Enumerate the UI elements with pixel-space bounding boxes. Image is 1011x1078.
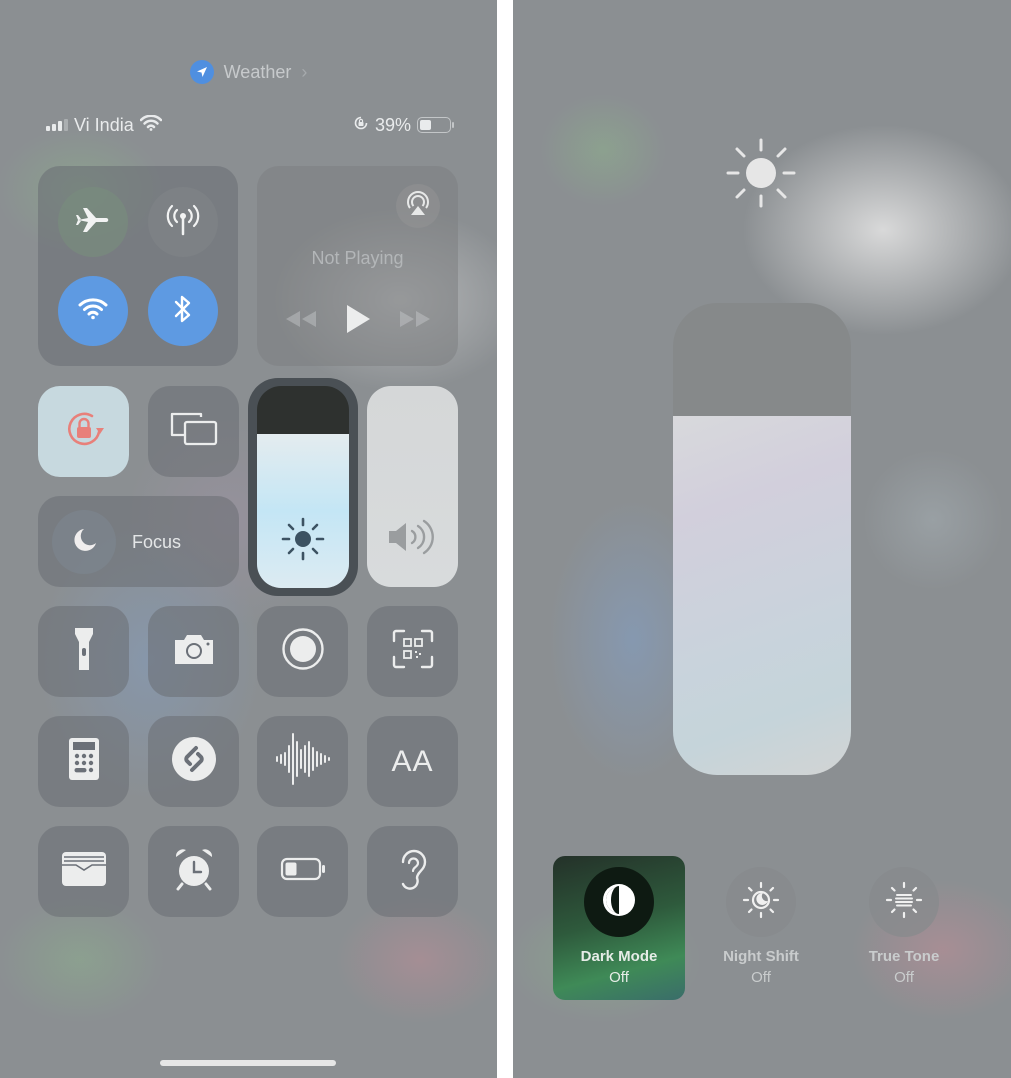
connectivity-module xyxy=(38,166,238,366)
qr-code-icon xyxy=(392,629,434,674)
control-center-panel: Weather › Vi India 39% Not Playing Focus… xyxy=(0,0,497,1078)
app-name: Weather xyxy=(223,61,292,82)
focus-icon-container xyxy=(52,510,116,574)
home-indicator[interactable] xyxy=(160,1060,336,1066)
camera-button[interactable] xyxy=(148,606,239,697)
focus-button[interactable]: Focus xyxy=(38,496,239,587)
voice-memos-button[interactable] xyxy=(257,716,348,807)
true-tone-toggle[interactable]: True Tone Off xyxy=(838,856,970,1000)
wallet-icon xyxy=(60,850,108,893)
night-shift-icon xyxy=(742,881,780,924)
moon-icon xyxy=(70,526,98,559)
record-icon xyxy=(281,627,325,676)
fast-forward-icon[interactable] xyxy=(399,310,431,333)
brightness-slider-frame xyxy=(248,378,358,596)
true-tone-state: Off xyxy=(894,969,914,986)
now-playing-status: Not Playing xyxy=(311,248,404,268)
dark-mode-button[interactable] xyxy=(584,867,654,937)
wifi-icon xyxy=(139,114,162,136)
brightness-slider-fill xyxy=(673,416,851,775)
text-size-icon: AA xyxy=(391,744,434,778)
screen-mirroring-button[interactable] xyxy=(148,386,239,477)
code-scanner-button[interactable] xyxy=(367,606,458,697)
brightness-slider-track xyxy=(257,386,349,435)
sun-icon xyxy=(726,138,796,213)
night-shift-state: Off xyxy=(751,969,771,986)
play-icon[interactable] xyxy=(345,304,371,339)
wifi-toggle[interactable] xyxy=(58,276,128,346)
brightness-slider[interactable] xyxy=(257,386,349,588)
night-shift-toggle[interactable]: Night Shift Off xyxy=(695,856,827,1000)
waveform-icon xyxy=(275,732,331,791)
focus-label: Focus xyxy=(132,532,182,552)
carrier-name: Vi India xyxy=(74,114,134,135)
status-bar: Vi India 39% xyxy=(46,114,454,136)
cellular-data-toggle[interactable] xyxy=(148,187,218,257)
dark-mode-toggle[interactable]: Dark Mode Off xyxy=(553,856,685,1000)
speaker-wave-icon xyxy=(387,518,439,561)
signal-strength-icon xyxy=(46,119,68,131)
rewind-icon[interactable] xyxy=(285,310,317,333)
wallet-button[interactable] xyxy=(38,826,129,917)
airplane-icon xyxy=(76,207,110,238)
low-power-mode-button[interactable] xyxy=(257,826,348,917)
shazam-button[interactable] xyxy=(148,716,239,807)
brightness-slider-expanded[interactable] xyxy=(673,303,851,775)
battery-icon xyxy=(280,857,326,886)
true-tone-icon xyxy=(885,881,923,924)
true-tone-button[interactable] xyxy=(869,867,939,937)
orientation-lock-icon xyxy=(353,115,369,136)
bluetooth-toggle[interactable] xyxy=(148,276,218,346)
antenna-icon xyxy=(166,203,200,242)
night-shift-label: Night Shift xyxy=(723,948,799,965)
now-playing-module[interactable]: Not Playing xyxy=(257,166,458,366)
alarm-button[interactable] xyxy=(148,826,239,917)
wifi-icon xyxy=(78,297,108,325)
calculator-button[interactable] xyxy=(38,716,129,807)
true-tone-label: True Tone xyxy=(868,948,940,965)
chevron-right-icon: › xyxy=(301,61,308,82)
bluetooth-icon xyxy=(173,293,193,330)
orientation-lock-toggle[interactable] xyxy=(38,386,129,477)
brightness-expanded-panel: Dark Mode Off Night Shift Off True Tone … xyxy=(513,0,1011,1078)
airplay-audio-icon xyxy=(405,190,431,222)
sun-icon xyxy=(279,515,327,568)
screen-recording-button[interactable] xyxy=(257,606,348,697)
calculator-icon xyxy=(68,737,100,786)
recent-location-app-indicator[interactable]: Weather › xyxy=(0,60,497,84)
screen-mirroring-icon xyxy=(169,411,219,452)
alarm-clock-icon xyxy=(173,847,215,896)
shazam-icon xyxy=(171,736,217,787)
battery-percentage: 39% xyxy=(374,114,411,135)
dark-mode-label: Dark Mode xyxy=(580,948,658,965)
hearing-button[interactable] xyxy=(367,826,458,917)
dark-mode-state: Off xyxy=(609,969,629,986)
camera-icon xyxy=(173,632,215,671)
battery-level xyxy=(420,120,431,130)
flashlight-icon xyxy=(73,626,95,677)
text-size-button[interactable]: AA xyxy=(367,716,458,807)
flashlight-button[interactable] xyxy=(38,606,129,697)
airplane-mode-toggle[interactable] xyxy=(58,187,128,257)
location-arrow-icon xyxy=(189,60,214,84)
brightness-slider-track xyxy=(673,303,851,417)
night-shift-button[interactable] xyxy=(726,867,796,937)
ear-icon xyxy=(397,846,429,897)
dark-mode-icon xyxy=(601,882,637,923)
volume-slider[interactable] xyxy=(367,386,458,587)
airplay-button[interactable] xyxy=(396,184,440,228)
battery-icon xyxy=(417,117,454,133)
rotation-lock-icon xyxy=(62,407,106,456)
